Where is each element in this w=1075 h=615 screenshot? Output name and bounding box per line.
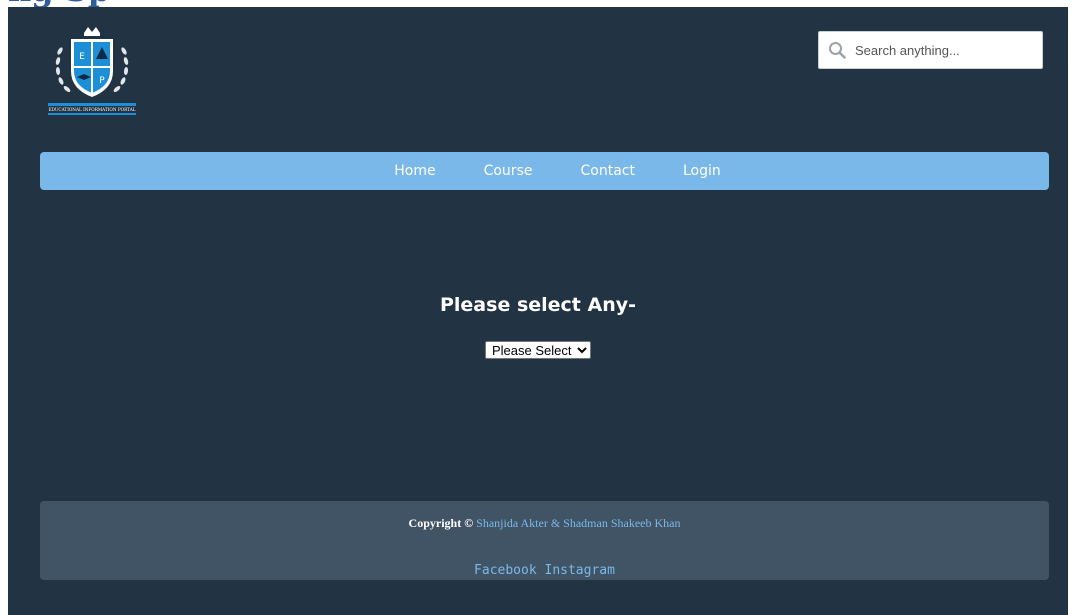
svg-text:P: P [99,76,105,86]
logo-caption: EDUCATIONAL INFORMATION PORTAL [48,107,135,112]
select-prompt-heading: Please select Any- [439,294,636,316]
nav-link-contact[interactable]: Contact [556,152,658,190]
category-select[interactable]: Please Select [485,341,591,359]
author-names: Shanjida Akter & Shadman Shakeeb Khan [476,516,681,530]
search-icon[interactable] [819,41,855,59]
facebook-link[interactable]: Facebook [474,563,537,578]
nav-link-login[interactable]: Login [659,152,745,190]
school-crest-logo-icon: E P EDUCATIONAL INFORMATION PORTAL [48,27,136,115]
main-navbar: Home Course Contact Login [40,152,1049,190]
copyright-line: Copyright © Shanjida Akter & Shadman Sha… [40,516,1049,531]
copyright-label: Copyright © [408,516,474,530]
site-logo[interactable]: E P EDUCATIONAL INFORMATION PORTAL [44,21,140,117]
nav-link-home[interactable]: Home [370,152,459,190]
clipped-heading-fragment: ng Sp [8,0,110,6]
select-container: Please Select [8,340,1068,359]
site-footer: Copyright © Shanjida Akter & Shadman Sha… [40,501,1049,580]
search-bar [818,31,1043,69]
nav-link-course[interactable]: Course [460,152,557,190]
svg-text:E: E [79,52,85,62]
search-input[interactable] [855,35,1042,65]
instagram-link[interactable]: Instagram [545,563,615,578]
app-container: E P EDUCATIONAL INFORMATION PORTAL Home … [8,7,1068,615]
social-links: Facebook Instagram [40,563,1049,578]
